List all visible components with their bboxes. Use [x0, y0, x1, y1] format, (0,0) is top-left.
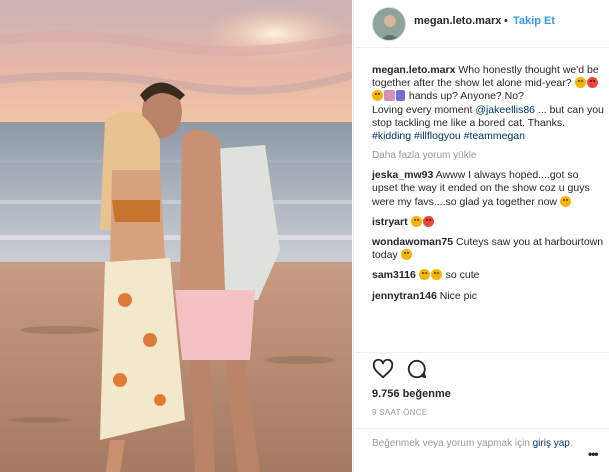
- comment-item: jeska_mw93 Awww I always hoped....got so…: [372, 169, 604, 209]
- separator-dot: •: [504, 15, 508, 27]
- avatar-image: [373, 8, 405, 40]
- comment-item: sam3116 so cute: [372, 269, 604, 282]
- hashtag[interactable]: #kidding: [372, 130, 411, 142]
- comment-username[interactable]: sam3116: [372, 269, 416, 281]
- comment-bubble-icon[interactable]: [406, 358, 428, 380]
- follow-button[interactable]: Takip Et: [513, 15, 555, 27]
- comments-list: megan.leto.marx Who honestly thought we'…: [372, 64, 604, 310]
- emoji-icon: [586, 77, 598, 89]
- hashtag[interactable]: #illflogyou: [414, 130, 461, 142]
- comment-username[interactable]: wondawoman75: [372, 236, 453, 248]
- caption-text-3: Loving every moment: [372, 103, 476, 116]
- emoji-icon: [430, 269, 442, 281]
- comment-item: jennytran146 Nice pic: [372, 290, 604, 303]
- emoji-icon: [410, 215, 422, 227]
- emoji-icon: [574, 77, 586, 89]
- couple-beach-photo: [0, 0, 352, 472]
- emoji-icon: [422, 215, 434, 227]
- comment-text: so cute: [442, 269, 480, 282]
- comment-text: Nice pic: [436, 289, 478, 302]
- post-photo[interactable]: [0, 0, 352, 472]
- more-options-icon[interactable]: •••: [588, 447, 599, 461]
- post-timestamp: 9 SAAT ÖNCE: [372, 408, 428, 417]
- login-prompt: Beğenmek veya yorum yapmak için giriş ya…: [372, 437, 587, 450]
- caption-text-2: hands up? Anyone? No?: [406, 90, 524, 103]
- caption-mention[interactable]: @jakeellis86: [475, 104, 535, 116]
- emoji-icon: [396, 90, 405, 102]
- comment-username[interactable]: jeska_mw93: [372, 169, 433, 181]
- hashtag[interactable]: #teammegan: [464, 130, 525, 142]
- likes-count[interactable]: 9.756 beğenme: [372, 388, 451, 400]
- comment-item: wondawoman75 Cuteys saw you at harbourto…: [372, 236, 604, 262]
- comment-username[interactable]: istryart: [372, 216, 408, 228]
- post-side-panel: megan.leto.marx • Takip Et megan.leto.ma…: [353, 0, 609, 472]
- header-username[interactable]: megan.leto.marx: [414, 15, 501, 27]
- emoji-icon: [384, 90, 395, 102]
- divider: [354, 428, 609, 429]
- comment-item: istryart: [372, 215, 604, 229]
- post-header: megan.leto.marx • Takip Et: [354, 0, 609, 48]
- post-caption: megan.leto.marx Who honestly thought we'…: [372, 64, 604, 143]
- emoji-icon: [418, 269, 430, 281]
- caption-username[interactable]: megan.leto.marx: [372, 64, 455, 76]
- login-prompt-suffix: .: [569, 438, 573, 449]
- comment-username[interactable]: jennytran146: [372, 290, 437, 302]
- emoji-icon: [559, 195, 571, 207]
- load-more-comments-button[interactable]: Daha fazla yorum yükle: [372, 150, 604, 161]
- emoji-icon: [400, 249, 412, 261]
- avatar[interactable]: [372, 7, 406, 41]
- login-prompt-text: Beğenmek veya yorum yapmak için: [372, 438, 533, 449]
- emoji-icon: [372, 90, 383, 102]
- login-link[interactable]: giriş yap: [533, 438, 570, 449]
- divider: [354, 352, 609, 353]
- heart-icon[interactable]: [372, 358, 394, 380]
